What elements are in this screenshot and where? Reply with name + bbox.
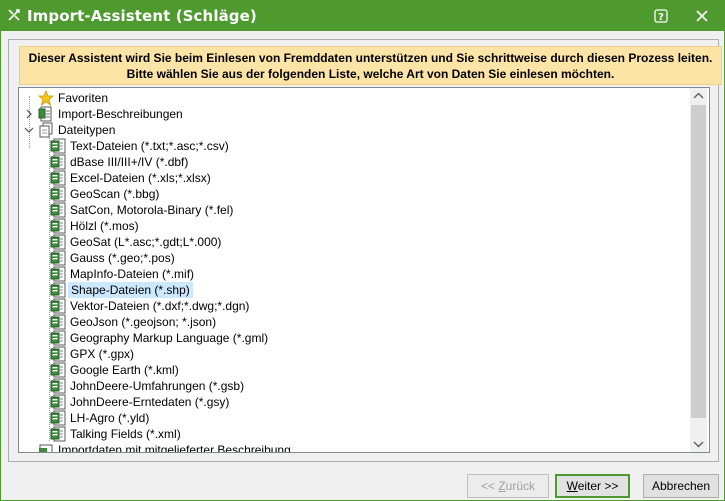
tree-item-label: GeoJson (*.geojson; *.json) xyxy=(70,315,217,329)
scroll-down-icon[interactable] xyxy=(690,435,707,452)
file-type-icon xyxy=(50,202,66,218)
file-type-icon xyxy=(50,394,66,410)
back-button-mnemonic: Z xyxy=(498,479,506,493)
tree-item-label: GeoScan (*.bbg) xyxy=(70,187,160,201)
tree-item-file-type[interactable]: LH-Agro (*.yld) xyxy=(19,410,709,426)
tree-item-label: LH-Agro (*.yld) xyxy=(70,411,150,425)
help-icon[interactable]: ? xyxy=(652,7,670,25)
chevron-right-icon[interactable] xyxy=(24,109,34,119)
banner-line-1: Dieser Assistent wird Sie beim Einlesen … xyxy=(28,51,713,65)
window-title: Import-Assistent (Schläge) xyxy=(27,7,257,25)
title-bar: Import-Assistent (Schläge) ? xyxy=(1,1,724,31)
back-button[interactable]: << Zurück xyxy=(467,474,549,498)
file-type-icon xyxy=(50,378,66,394)
tree-item-label: MapInfo-Dateien (*.mif) xyxy=(70,267,195,281)
tree-item-importdaten[interactable]: Importdaten mit mitgelieferter Beschreib… xyxy=(19,442,709,453)
tree-item-import-beschreibungen[interactable]: Import-Beschreibungen xyxy=(19,106,709,122)
file-type-icon xyxy=(50,426,66,442)
data-type-tree[interactable]: Favoriten Import-Beschreibungen Dateityp… xyxy=(18,87,710,453)
app-icon xyxy=(8,9,20,21)
tree-item-label: Text-Dateien (*.txt;*.asc;*.csv) xyxy=(70,139,229,153)
tree-item-file-type[interactable]: Text-Dateien (*.txt;*.asc;*.csv) xyxy=(19,138,709,154)
back-button-label: urück xyxy=(505,479,536,493)
back-button-prefix: << xyxy=(480,479,499,493)
file-type-icon xyxy=(50,314,66,330)
file-type-icon xyxy=(50,250,66,266)
file-type-icon xyxy=(50,170,66,186)
svg-text:?: ? xyxy=(658,12,664,23)
tree-item-label: JohnDeere-Umfahrungen (*.gsb) xyxy=(70,379,245,393)
file-type-icon xyxy=(50,138,66,154)
cancel-button[interactable]: Abbrechen xyxy=(643,474,719,498)
tree-item-file-type[interactable]: GeoScan (*.bbg) xyxy=(19,186,709,202)
file-type-icon xyxy=(50,218,66,234)
tree-item-label: Talking Fields (*.xml) xyxy=(70,427,181,441)
tree-item-file-type[interactable]: Talking Fields (*.xml) xyxy=(19,426,709,442)
close-icon[interactable] xyxy=(691,6,713,26)
tree-item-label: Hölzl (*.mos) xyxy=(70,219,139,233)
tree-item-file-type[interactable]: dBase III/III+/IV (*.dbf) xyxy=(19,154,709,170)
tree-item-label: Dateitypen xyxy=(58,123,116,137)
next-button-mnemonic: W xyxy=(566,479,578,493)
tree-item-file-type[interactable]: GeoSat (L*.asc;*.gdt;L*.000) xyxy=(19,234,709,250)
info-banner: Dieser Assistent wird Sie beim Einlesen … xyxy=(19,46,722,85)
file-type-icon xyxy=(50,298,66,314)
tree-item-file-type[interactable]: Vektor-Dateien (*.dxf;*.dwg;*.dgn) xyxy=(19,298,709,314)
tree-item-dateitypen[interactable]: Dateitypen xyxy=(19,122,709,138)
tree-item-file-type[interactable]: Geography Markup Language (*.gml) xyxy=(19,330,709,346)
file-type-icon xyxy=(50,266,66,282)
tree-item-file-type[interactable]: GPX (*.gpx) xyxy=(19,346,709,362)
tree-item-label: Import-Beschreibungen xyxy=(58,107,183,121)
tree-item-label: Google Earth (*.kml) xyxy=(70,363,179,377)
file-type-icon xyxy=(50,410,66,426)
tree-item-file-type[interactable]: JohnDeere-Umfahrungen (*.gsb) xyxy=(19,378,709,394)
tree-item-label: dBase III/III+/IV (*.dbf) xyxy=(70,155,189,169)
tree-item-file-type[interactable]: Shape-Dateien (*.shp) xyxy=(19,282,709,298)
pages-icon xyxy=(39,122,53,138)
tree-item-label: Shape-Dateien (*.shp) xyxy=(68,282,193,298)
next-button[interactable]: Weiter >> xyxy=(555,474,630,498)
tree-item-file-type[interactable]: SatCon, Motorola-Binary (*.fel) xyxy=(19,202,709,218)
file-type-icon xyxy=(50,154,66,170)
tree-item-label: GeoSat (L*.asc;*.gdt;L*.000) xyxy=(70,235,222,249)
tree-item-label: JohnDeere-Erntedaten (*.gsy) xyxy=(70,395,230,409)
tree-item-file-type[interactable]: Excel-Dateien (*.xls;*.xlsx) xyxy=(19,170,709,186)
file-type-icon xyxy=(50,362,66,378)
tree-item-file-type[interactable]: MapInfo-Dateien (*.mif) xyxy=(19,266,709,282)
file-type-icon xyxy=(50,282,66,298)
tree-item-label: GPX (*.gpx) xyxy=(70,347,135,361)
tree-item-file-type[interactable]: Hölzl (*.mos) xyxy=(19,218,709,234)
banner-line-2: Bitte wählen Sie aus der folgenden Liste… xyxy=(126,67,615,81)
file-type-icon xyxy=(50,186,66,202)
tree-item-label: Gauss (*.geo;*.pos) xyxy=(70,251,175,265)
tree-item-label: Geography Markup Language (*.gml) xyxy=(70,331,269,345)
star-icon xyxy=(38,90,54,106)
scroll-up-icon[interactable] xyxy=(690,88,707,105)
scrollbar-thumb[interactable] xyxy=(691,105,706,418)
tree-item-label: Excel-Dateien (*.xls;*.xlsx) xyxy=(70,171,211,185)
file-type-icon xyxy=(50,330,66,346)
file-type-icon xyxy=(50,234,66,250)
chevron-down-icon[interactable] xyxy=(24,125,34,135)
tree-item-label: Favoriten xyxy=(58,91,109,105)
next-button-label: eiter >> xyxy=(577,479,619,493)
folder-icon xyxy=(39,444,53,452)
file-type-icon xyxy=(50,346,66,362)
tree-item-file-type[interactable]: Google Earth (*.kml) xyxy=(19,362,709,378)
tree-item-label: SatCon, Motorola-Binary (*.fel) xyxy=(70,203,234,217)
tree-item-file-type[interactable]: GeoJson (*.geojson; *.json) xyxy=(19,314,709,330)
tree-item-file-type[interactable]: Gauss (*.geo;*.pos) xyxy=(19,250,709,266)
tree-scrollbar[interactable] xyxy=(690,88,707,452)
tree-item-favoriten[interactable]: Favoriten xyxy=(19,90,709,106)
tree-item-file-type[interactable]: JohnDeere-Erntedaten (*.gsy) xyxy=(19,394,709,410)
tree-item-label: Vektor-Dateien (*.dxf;*.dwg;*.dgn) xyxy=(70,299,250,313)
document-stack-icon xyxy=(38,106,52,122)
tree-item-label: Importdaten mit mitgelieferter Beschreib… xyxy=(58,443,291,453)
